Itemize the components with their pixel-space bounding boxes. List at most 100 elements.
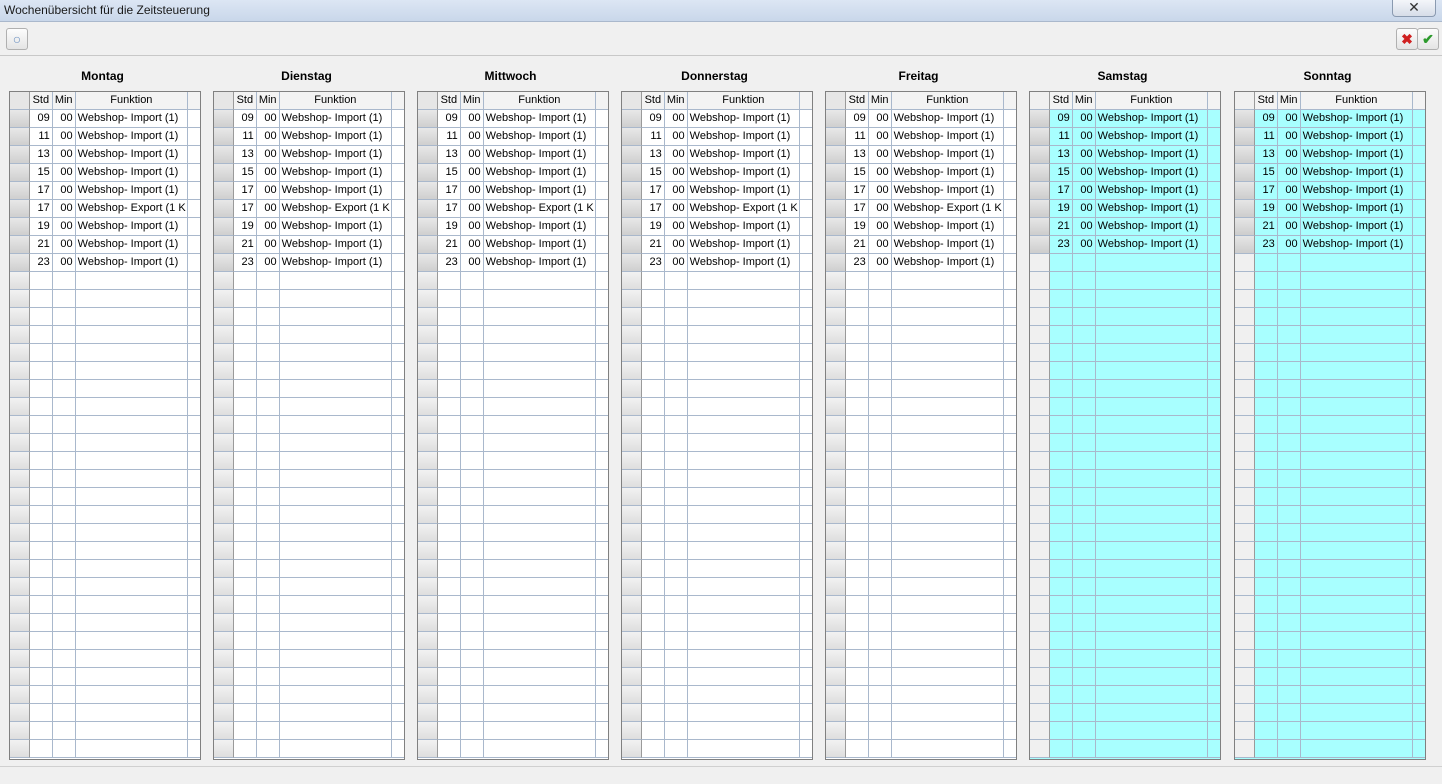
cell-funktion[interactable]: Webshop- Import (1) [891,182,1005,200]
row-selector[interactable] [1030,326,1050,344]
cell-funktion[interactable] [891,344,1005,362]
table-row[interactable] [418,704,608,722]
table-row[interactable] [1235,650,1425,668]
cell-std[interactable] [641,380,665,398]
column-header-min[interactable]: Min [52,92,76,110]
row-selector[interactable] [214,596,234,614]
table-row[interactable] [1235,488,1425,506]
cell-std[interactable] [845,632,869,650]
cell-extra[interactable] [596,668,608,686]
cell-std[interactable] [1049,704,1073,722]
cell-std[interactable] [1049,632,1073,650]
cell-std[interactable] [1049,650,1073,668]
cell-std[interactable] [1254,668,1278,686]
cell-extra[interactable] [1413,164,1425,182]
cell-extra[interactable] [1208,182,1220,200]
cell-min[interactable] [460,470,484,488]
cell-min[interactable] [52,290,76,308]
table-row[interactable]: 17 00 Webshop- Import (1) [1030,182,1220,200]
cell-extra[interactable] [392,128,404,146]
row-selector[interactable] [1030,362,1050,380]
table-row[interactable] [418,596,608,614]
cell-std[interactable] [437,650,461,668]
cell-std[interactable] [233,506,257,524]
table-row[interactable] [826,434,1016,452]
cell-extra[interactable] [1208,470,1220,488]
cell-min[interactable]: 00 [256,110,280,128]
cell-extra[interactable] [1413,326,1425,344]
cell-std[interactable] [29,470,53,488]
table-row[interactable] [622,560,812,578]
row-selector-header[interactable] [1235,92,1255,110]
cell-extra[interactable] [596,560,608,578]
cell-funktion[interactable] [687,488,801,506]
table-row[interactable] [826,722,1016,740]
table-row[interactable] [622,488,812,506]
cell-extra[interactable] [188,488,200,506]
row-selector[interactable] [826,578,846,596]
row-selector[interactable] [1235,182,1255,200]
row-selector[interactable] [1235,524,1255,542]
cell-min[interactable] [664,542,688,560]
row-selector[interactable] [1235,146,1255,164]
row-selector[interactable] [826,416,846,434]
table-row[interactable] [418,722,608,740]
cell-min[interactable]: 00 [256,182,280,200]
cell-std[interactable] [437,362,461,380]
cell-funktion[interactable] [1300,416,1414,434]
column-header-min[interactable]: Min [664,92,688,110]
table-row[interactable] [1235,344,1425,362]
cell-extra[interactable] [1413,308,1425,326]
cell-std[interactable] [29,542,53,560]
cell-min[interactable] [1072,542,1096,560]
cell-extra[interactable] [392,200,404,218]
cell-funktion[interactable] [483,362,597,380]
cell-funktion[interactable] [1300,668,1414,686]
cell-std[interactable]: 09 [437,110,461,128]
cell-std[interactable]: 15 [1254,164,1278,182]
cell-extra[interactable] [392,290,404,308]
cell-funktion[interactable]: Webshop- Import (1) [483,236,597,254]
table-row[interactable] [1235,740,1425,758]
cell-min[interactable] [664,362,688,380]
cell-std[interactable] [437,326,461,344]
cell-extra[interactable] [1004,128,1016,146]
cell-extra[interactable] [1004,380,1016,398]
table-row[interactable]: 11 00 Webshop- Import (1) [826,128,1016,146]
cell-funktion[interactable] [1300,398,1414,416]
table-row[interactable] [1030,452,1220,470]
cell-extra[interactable] [1413,218,1425,236]
cell-funktion[interactable] [687,380,801,398]
row-selector[interactable] [1030,524,1050,542]
row-selector[interactable] [1235,596,1255,614]
confirm-check-icon[interactable]: ✔ [1417,28,1439,50]
column-header-std[interactable]: Std [29,92,53,110]
row-selector[interactable] [10,380,30,398]
cell-std[interactable] [1049,434,1073,452]
cell-extra[interactable] [1004,632,1016,650]
cell-std[interactable] [437,344,461,362]
cell-extra[interactable] [188,542,200,560]
table-row[interactable] [826,470,1016,488]
cell-funktion[interactable] [1300,290,1414,308]
cell-extra[interactable] [188,452,200,470]
cell-extra[interactable] [596,722,608,740]
cell-min[interactable] [256,272,280,290]
cell-extra[interactable] [1004,542,1016,560]
cell-funktion[interactable] [687,470,801,488]
table-row[interactable]: 17 00 Webshop- Import (1) [1235,182,1425,200]
row-selector[interactable] [418,362,438,380]
cell-funktion[interactable] [687,614,801,632]
cell-std[interactable] [845,506,869,524]
column-header-funktion[interactable]: Funktion [1300,92,1414,110]
cell-min[interactable] [664,704,688,722]
cell-std[interactable]: 09 [641,110,665,128]
table-row[interactable] [418,308,608,326]
table-row[interactable] [10,398,200,416]
row-selector[interactable] [1030,650,1050,668]
cell-extra[interactable] [392,506,404,524]
cell-funktion[interactable] [1300,362,1414,380]
cell-extra[interactable] [188,614,200,632]
cell-std[interactable]: 17 [1254,182,1278,200]
lightbulb-icon[interactable]: ○ [6,28,28,50]
